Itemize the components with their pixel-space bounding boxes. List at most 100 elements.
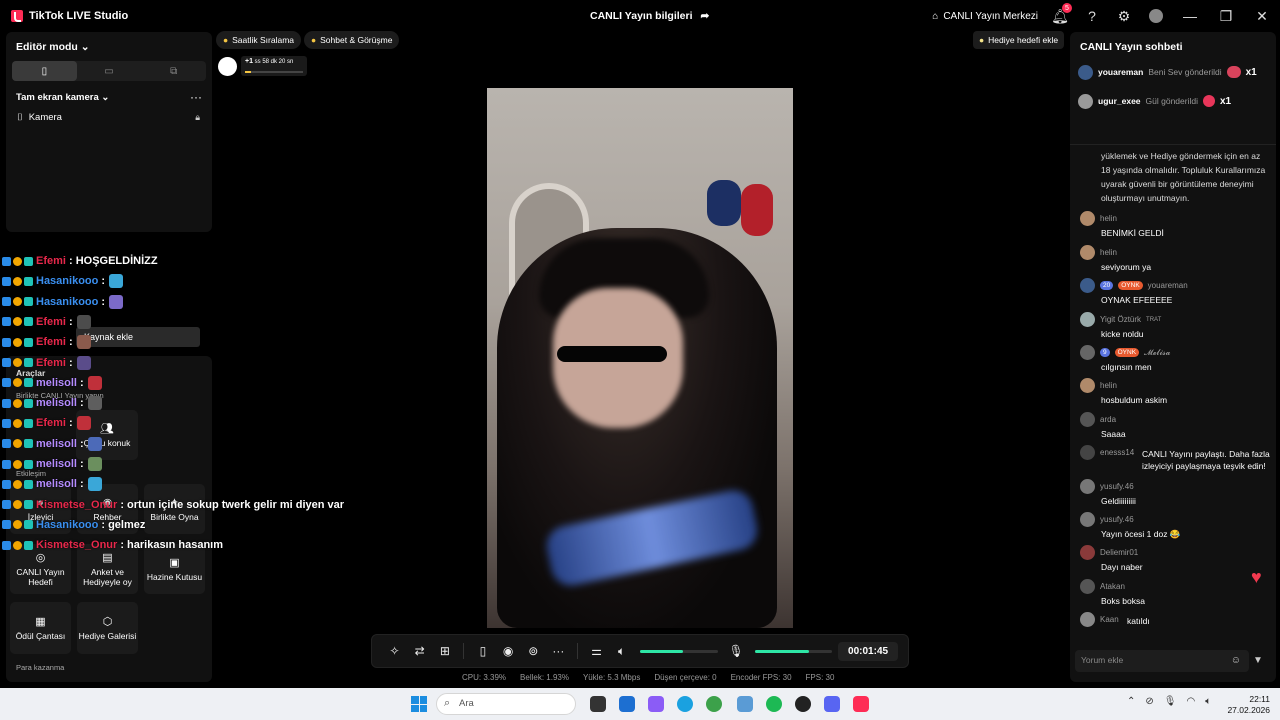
chat-username[interactable]: helin [1100, 214, 1117, 223]
chat-username[interactable]: 𝓜𝓮𝓵𝓲𝓼𝓪 [1144, 348, 1170, 358]
chat-username[interactable]: yusufy.46 [1100, 482, 1134, 491]
gift-gallery-button[interactable]: ⬡ Hediye Galerisi [77, 602, 138, 654]
overlay-chat-text: : [68, 356, 73, 369]
minimize-button[interactable]: — [1172, 0, 1208, 32]
editor-mode-dropdown[interactable]: Editör modu ⌄ [16, 41, 90, 53]
windows-start-icon[interactable] [411, 696, 427, 712]
copilot-icon[interactable] [648, 696, 664, 712]
more-options-button[interactable]: ··· [190, 90, 202, 104]
camera-switch-icon[interactable]: ⊚ [521, 644, 546, 658]
notifications-button[interactable]: 🔔︎ 5 [1044, 0, 1076, 32]
gift-gallery-label: Hediye Galerisi [78, 631, 137, 641]
add-source-button[interactable]: Kaynak ekle [76, 327, 200, 347]
live-center-button[interactable]: ⌂ CANLI Yayın Merkezi [932, 11, 1038, 22]
gift-plus: +1 [245, 58, 253, 65]
hand-icon: ● [311, 35, 317, 45]
microphone-icon[interactable]: 🎙︎ [724, 644, 749, 658]
chat-call-label: Sohbet & Görüşme [320, 35, 393, 45]
orientation-selector: ▯ ▭ ⧉ [12, 61, 206, 81]
network-icon[interactable]: ⊘ [1145, 696, 1153, 707]
chat-text: Boks boksa [1101, 596, 1145, 606]
gift-icon [109, 294, 124, 309]
volume-icon[interactable]: 🔈︎ [1205, 696, 1211, 707]
chat-username[interactable]: arda [1100, 415, 1116, 424]
add-gift-goal-button[interactable]: ● Hediye hedefi ekle [973, 31, 1065, 49]
gift-icon [76, 355, 91, 370]
settings-button[interactable]: ⚙ [1108, 0, 1140, 32]
speaker-icon[interactable]: 🔈︎ [609, 644, 634, 659]
clock[interactable]: 22:11 27.02.2026 [1227, 694, 1270, 716]
chat-username[interactable]: helin [1100, 381, 1117, 390]
avatar [1078, 64, 1093, 80]
help-button[interactable]: ? [1076, 0, 1108, 32]
translate-icon[interactable]: ⇄ [407, 644, 432, 658]
sliders-icon[interactable]: ⚌ [584, 644, 609, 658]
chat-username[interactable]: helin [1100, 248, 1117, 257]
camera-source[interactable]: ⌷ Kamera [17, 112, 62, 123]
chat-username[interactable]: yusufy.46 [1100, 515, 1134, 524]
wifi-icon[interactable]: ◠ [1186, 696, 1195, 707]
more-icon[interactable]: ··· [546, 644, 571, 658]
chat-message: yusufy.46 Geldiiiiiiiii [1080, 479, 1270, 506]
spotify-icon[interactable] [766, 696, 782, 712]
chat-message: yusufy.46 Yayın öcesi 1 doz 😂 [1080, 512, 1270, 540]
outlook-icon[interactable] [619, 696, 635, 712]
reward-bag-button[interactable]: ▦ Ödül Çantası [10, 602, 71, 654]
chat-username[interactable]: enesss14 [1100, 448, 1134, 457]
app-icon[interactable] [795, 696, 811, 712]
effects-icon[interactable]: ✧ [382, 644, 407, 658]
chat-username[interactable]: Deliemir01 [1100, 548, 1138, 557]
dual-mode-button[interactable]: ⧉ [141, 61, 206, 81]
comment-input[interactable]: Yorum ekle ☺ [1075, 650, 1249, 672]
chat-text: katıldı [1127, 616, 1150, 626]
avatar [1080, 211, 1095, 226]
gift-row: ugur_exee Gül gönderildi x1 [1078, 91, 1231, 111]
live-info-button[interactable]: CANLI Yayın bilgileri ➦ [590, 10, 709, 22]
badge-icons [2, 459, 33, 469]
gift-progress-bar [245, 71, 303, 73]
overlay-chat-text: : gelmez [101, 518, 146, 531]
chat-username[interactable]: Atakan [1100, 582, 1125, 591]
badge-icons [2, 500, 33, 510]
chrome-icon[interactable] [706, 696, 722, 712]
users-icon: 👥︎ [100, 423, 114, 435]
mic-slider[interactable] [754, 649, 833, 653]
tiktok-live-icon[interactable] [853, 696, 869, 712]
badge-icons [2, 256, 33, 266]
discord-icon[interactable] [824, 696, 840, 712]
edge-icon[interactable] [677, 696, 693, 712]
chevron-up-icon[interactable]: ⌃ [1127, 696, 1135, 707]
search-icon: ⌕ [444, 697, 451, 709]
lock-icon[interactable]: 🔒︎ [195, 112, 200, 123]
task-view-icon[interactable] [590, 696, 606, 712]
chat-username[interactable]: Yigit Öztürk [1100, 315, 1141, 324]
chat-username[interactable]: youareman [1148, 281, 1188, 290]
layout-icon[interactable]: ⊞ [432, 644, 457, 658]
search-placeholder: Ara [459, 698, 474, 709]
send-icon[interactable]: ▼ [1253, 655, 1263, 666]
badge-icons [2, 276, 33, 286]
settings-app-icon[interactable] [737, 696, 753, 712]
volume-slider[interactable] [640, 649, 718, 653]
avatar [1080, 445, 1095, 460]
microphone-tray-icon[interactable]: 🎙︎ [1164, 696, 1177, 707]
hourly-ranking-chip[interactable]: ● Saatlik Sıralama [216, 31, 302, 49]
portrait-mode-button[interactable]: ▯ [12, 61, 77, 81]
avatar [1080, 345, 1095, 360]
chat-call-chip[interactable]: ● Sohbet & Görüşme [304, 31, 400, 49]
landscape-mode-button[interactable]: ▭ [77, 61, 142, 81]
chat-username[interactable]: Kaan [1100, 615, 1119, 624]
dropped-frames-stat: Düşen çerçeve: 0 [654, 673, 717, 682]
emoji-icon[interactable]: ☺ [1231, 655, 1241, 666]
record-icon[interactable]: ◉ [496, 644, 521, 658]
gift-action: Gül gönderildi [1145, 96, 1198, 106]
phone-icon[interactable]: ▯ [470, 644, 495, 658]
profile-avatar[interactable] [1140, 0, 1172, 32]
avatar [1080, 278, 1095, 293]
close-button[interactable]: ✕ [1244, 0, 1280, 32]
maximize-button[interactable]: ❐ [1208, 0, 1244, 32]
chat-message: helin BENİMKİ GELDİ [1080, 211, 1270, 238]
taskbar-search[interactable]: ⌕ Ara [436, 693, 576, 715]
scene-dropdown[interactable]: Tam ekran kamera ⌄ [16, 92, 109, 103]
heart-icon[interactable]: ♥ [1251, 567, 1262, 588]
